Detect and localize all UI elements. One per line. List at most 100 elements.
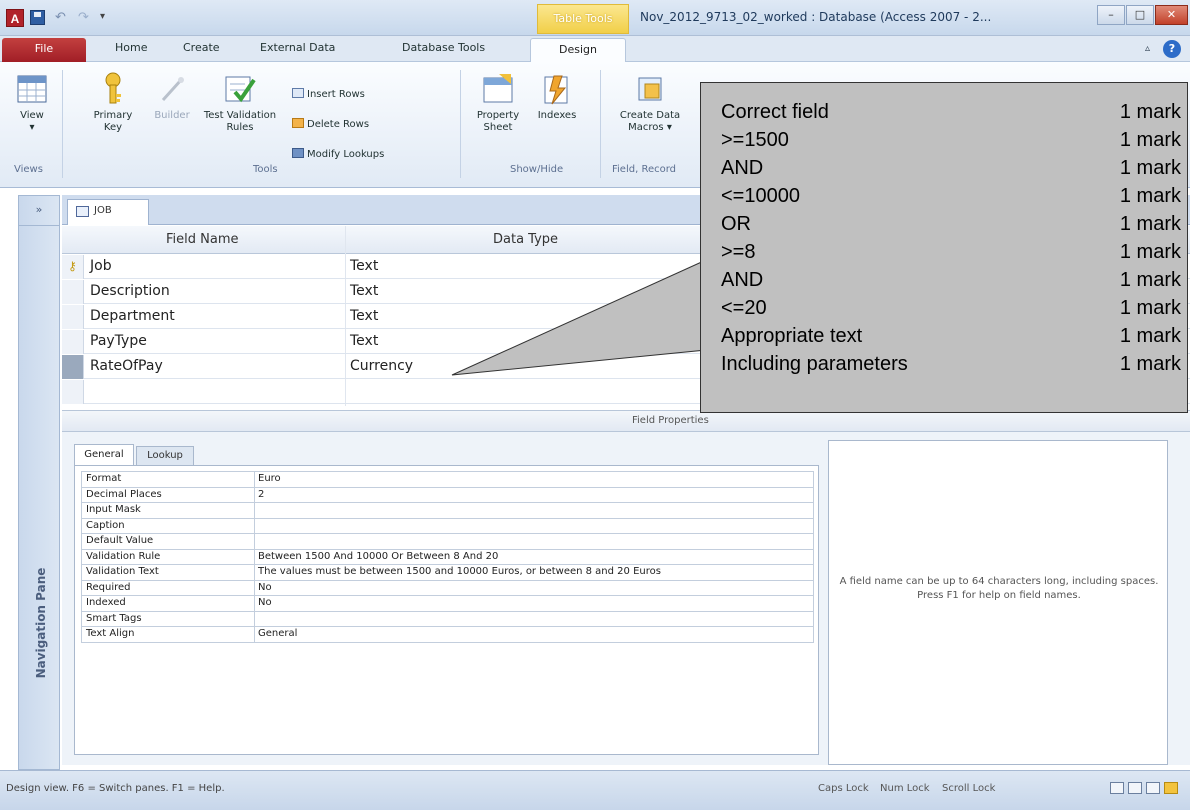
field-name-cell[interactable]: Job [90,258,112,274]
help-icon[interactable]: ? [1163,40,1181,58]
mark-scheme-row: >=8 1 mark [721,241,1181,269]
property-value[interactable]: No [258,582,272,593]
mark-scheme-callout: Correct field 1 mark >=1500 1 mark AND 1 ma… [700,82,1188,413]
view-button[interactable]: View ▾ [10,74,54,134]
save-icon[interactable] [30,10,45,25]
row-selector[interactable]: ⚷ [62,255,84,279]
property-row-smart-tags[interactable]: Smart Tags [82,611,814,627]
customize-toolbar-icon[interactable]: ▾ [100,11,105,22]
redo-icon[interactable]: ↷ [78,10,89,25]
tab-home[interactable]: Home [115,41,147,54]
minimize-button[interactable]: – [1097,5,1125,25]
caps-lock-indicator: Caps Lock [818,783,869,794]
create-data-macros-button[interactable]: Create Data Macros ▾ [604,72,696,134]
property-row-validation-rule[interactable]: Validation Rule Between 1500 And 10000 Or… [82,549,814,565]
builder-button[interactable]: Builder [150,72,194,122]
property-row-caption[interactable]: Caption [82,518,814,534]
property-value[interactable]: General [258,628,297,639]
criterion: OR [721,213,751,235]
data-type-cell[interactable]: Currency [350,358,413,374]
property-label: Input Mask [86,504,141,515]
mark: 1 mark [1119,157,1181,179]
views-group-label: Views [14,164,43,175]
group-divider [600,70,601,178]
minimize-ribbon-icon[interactable]: ▵ [1145,43,1150,54]
field-record-group-label: Field, Record [612,164,676,175]
criterion: Appropriate text [721,325,863,347]
navigation-pane[interactable]: » Navigation Pane [18,195,60,770]
criterion: <=20 [721,297,767,319]
pivot-table-view-icon[interactable] [1128,782,1142,794]
row-selector[interactable] [62,355,84,379]
row-selector[interactable] [62,380,84,404]
mark-scheme-row: AND 1 mark [721,157,1181,185]
property-value[interactable]: 2 [258,489,264,500]
row-selector[interactable] [62,330,84,354]
property-row-format[interactable]: Format Euro [82,472,814,488]
property-value[interactable]: Euro [258,473,281,484]
property-sheet-button[interactable]: Property Sheet [470,72,526,134]
close-button[interactable]: ✕ [1155,5,1188,25]
property-label: Validation Text [86,566,159,577]
property-label: Format [86,473,122,484]
delete-rows-button[interactable]: Delete Rows [292,118,369,130]
data-type-cell[interactable]: Text [350,308,378,324]
modify-lookups-button[interactable]: Modify Lookups [292,148,384,160]
criterion: AND [721,269,764,291]
tab-file[interactable]: File [2,38,86,62]
mark: 1 mark [1119,101,1181,123]
property-row-required[interactable]: Required No [82,580,814,596]
tab-general[interactable]: General [74,444,134,466]
tab-external-data[interactable]: External Data [260,41,335,54]
ribbon-tab-bar: File Home Create External Data Database … [0,36,1190,63]
property-value[interactable]: No [258,597,272,608]
property-value[interactable]: Between 1500 And 10000 Or Between 8 And … [258,551,498,562]
access-app-icon[interactable]: A [6,9,24,27]
field-name-cell[interactable]: RateOfPay [90,358,163,374]
tab-lookup[interactable]: Lookup [136,446,194,465]
data-type-header: Data Type [493,232,559,247]
properties-grid: Format Euro Decimal Places 2 Input Mask Ca… [74,465,819,755]
tab-design[interactable]: Design [530,38,626,63]
property-row-decimal-places[interactable]: Decimal Places 2 [82,487,814,503]
row-selector[interactable] [62,280,84,304]
table-icon [76,206,89,217]
pivot-chart-view-icon[interactable] [1146,782,1160,794]
property-row-input-mask[interactable]: Input Mask [82,503,814,519]
document-tab-job[interactable]: JOB [67,199,149,225]
maximize-button[interactable]: □ [1126,5,1154,25]
primary-key-icon: ⚷ [68,259,77,273]
data-type-cell[interactable]: Text [350,283,378,299]
tab-create[interactable]: Create [183,41,220,54]
tools-group-label: Tools [253,164,278,175]
mark-scheme-row: OR 1 mark [721,213,1181,241]
field-name-cell[interactable]: Department [90,308,175,324]
data-type-cell[interactable]: Text [350,333,378,349]
primary-key-button[interactable]: Primary Key [88,72,138,134]
criterion: <=10000 [721,185,800,207]
design-view-icon[interactable] [1164,782,1178,794]
insert-rows-icon [292,88,304,98]
property-label: Text Align [86,628,135,639]
datasheet-view-icon[interactable] [1110,782,1124,794]
test-validation-rules-button[interactable]: Test Validation Rules [200,72,280,134]
criterion: >=1500 [721,129,789,151]
nav-pane-toggle-icon[interactable]: » [19,196,59,226]
data-type-cell[interactable]: Text [350,258,378,274]
field-name-cell[interactable]: Description [90,283,170,299]
group-divider [460,70,461,178]
property-row-default-value[interactable]: Default Value [82,534,814,550]
mark: 1 mark [1119,297,1181,319]
field-name-cell[interactable]: PayType [90,333,147,349]
tab-database-tools[interactable]: Database Tools [402,41,485,54]
insert-rows-button[interactable]: Insert Rows [292,88,365,100]
window-title: Nov_2012_9713_02_worked : Database (Acce… [640,10,992,24]
property-value[interactable]: The values must be between 1500 and 1000… [258,566,661,577]
property-label: Required [86,581,131,593]
property-row-validation-text[interactable]: Validation Text The values must be betwee… [82,565,814,581]
indexes-button[interactable]: Indexes [532,72,582,122]
row-selector[interactable] [62,305,84,329]
undo-icon[interactable]: ↶ [55,10,66,25]
property-row-indexed[interactable]: Indexed No [82,596,814,612]
property-row-text-align[interactable]: Text Align General [82,627,814,643]
